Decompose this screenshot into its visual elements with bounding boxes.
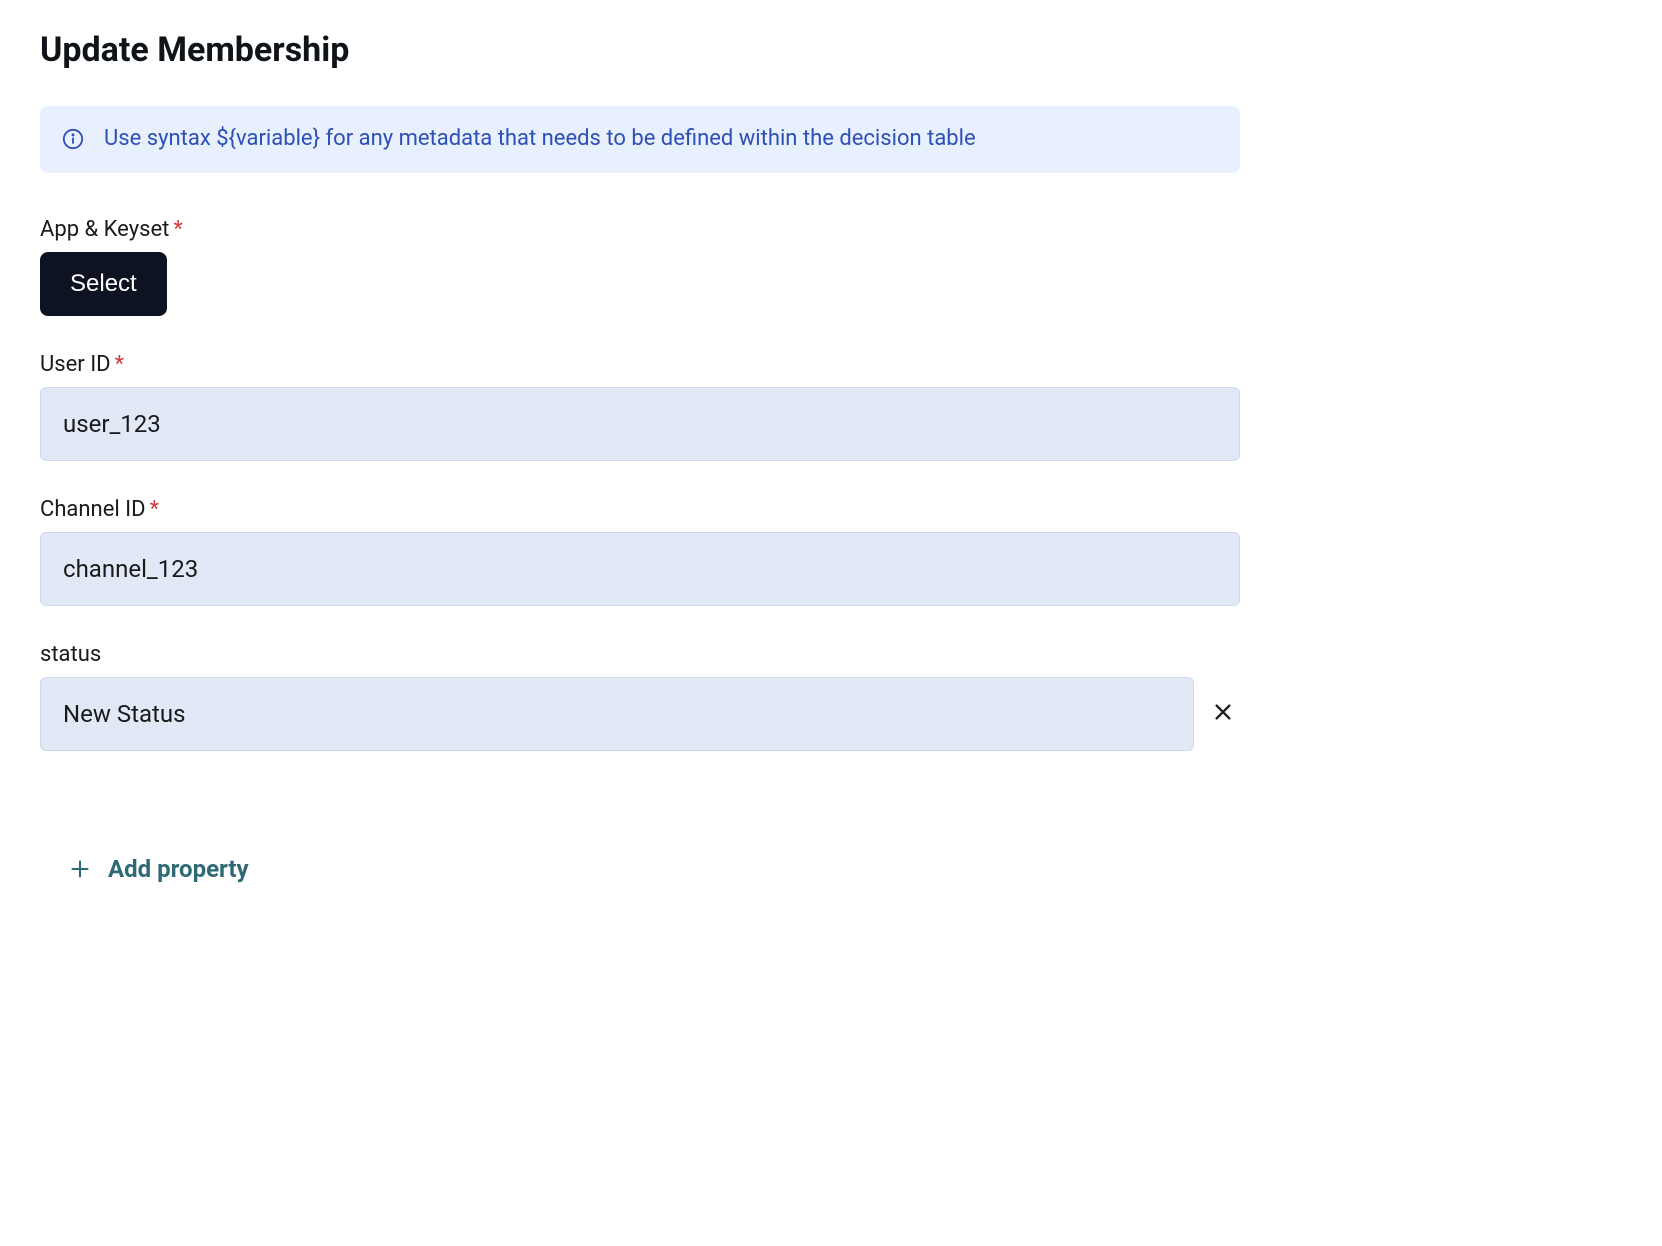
info-banner: Use syntax ${variable} for any metadata … <box>40 106 1240 173</box>
status-label: status <box>40 642 1240 667</box>
remove-status-button[interactable] <box>1206 695 1240 732</box>
field-user-id: User ID* <box>40 352 1240 461</box>
required-asterisk: * <box>173 217 182 242</box>
status-input[interactable] <box>40 677 1194 751</box>
field-status: status <box>40 642 1240 751</box>
page-title: Update Membership <box>40 30 1240 70</box>
close-icon <box>1212 701 1234 726</box>
user-id-input[interactable] <box>40 387 1240 461</box>
app-keyset-label: App & Keyset* <box>40 217 1240 242</box>
user-id-label: User ID* <box>40 352 1240 377</box>
app-keyset-select-button[interactable]: Select <box>40 252 167 316</box>
add-property-label: Add property <box>108 855 249 883</box>
required-asterisk: * <box>115 352 124 377</box>
info-icon <box>62 128 84 150</box>
field-app-keyset: App & Keyset* Select <box>40 217 1240 316</box>
add-property-button[interactable]: Add property <box>70 847 249 891</box>
channel-id-input[interactable] <box>40 532 1240 606</box>
plus-icon <box>70 859 90 879</box>
required-asterisk: * <box>150 497 159 522</box>
channel-id-label: Channel ID* <box>40 497 1240 522</box>
info-banner-text: Use syntax ${variable} for any metadata … <box>104 124 976 155</box>
field-channel-id: Channel ID* <box>40 497 1240 606</box>
